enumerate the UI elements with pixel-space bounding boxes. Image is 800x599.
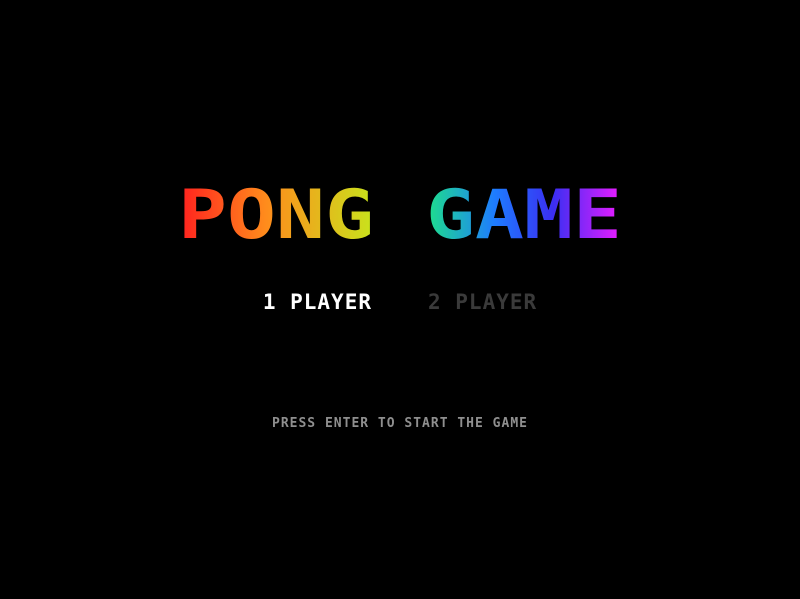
- game-title: PONG GAME: [0, 178, 800, 244]
- title-word-game-text: GAME: [426, 178, 622, 244]
- menu-option-1-player[interactable]: 1 PLAYER: [263, 290, 372, 314]
- title-word-game: GAME: [426, 178, 622, 244]
- start-prompt: PRESS ENTER TO START THE GAME: [272, 416, 528, 431]
- title-word-pong-text: PONG: [178, 178, 374, 244]
- game-screen: PONG GAME 1 PLAYER 2 PLAYER PRESS ENTER …: [0, 0, 800, 599]
- player-mode-menu: 1 PLAYER 2 PLAYER: [0, 290, 800, 314]
- menu-option-2-player[interactable]: 2 PLAYER: [428, 290, 537, 314]
- title-word-pong: PONG: [178, 178, 374, 244]
